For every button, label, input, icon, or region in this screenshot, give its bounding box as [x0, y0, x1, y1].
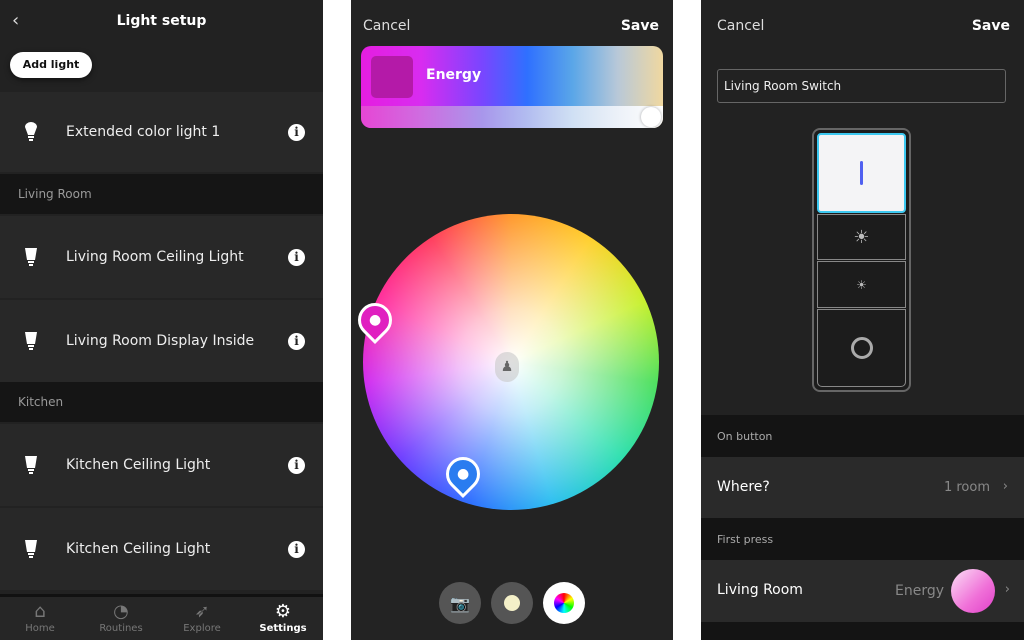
off-icon — [850, 337, 873, 359]
where-label: Where? — [717, 479, 770, 495]
bulb-icon — [25, 456, 37, 474]
tab-home[interactable]: ⌂ Home — [0, 601, 80, 634]
scene-card[interactable]: Energy — [361, 46, 663, 128]
light-label: Living Room Display Inside — [66, 333, 255, 349]
camera-icon: 📷 — [450, 593, 470, 613]
switch-setup-screen: Cancel Save Living Room Switch ☀ ☀ On bu… — [701, 0, 1024, 640]
camera-button[interactable]: 📷 — [439, 582, 481, 624]
add-light-button[interactable]: Add light — [10, 52, 92, 78]
section-header: On button — [701, 415, 1024, 457]
scene-swatch — [371, 56, 413, 98]
light-row[interactable]: Living Room Ceiling Light i — [0, 216, 323, 298]
first-press-row[interactable]: Living Room Energy › — [701, 560, 1024, 622]
light-row[interactable]: Kitchen Ceiling Light i — [0, 424, 323, 506]
info-icon[interactable]: i — [288, 332, 305, 350]
tab-bar: ⌂ Home ◔ Routines ➶ Explore ⚙ Settings — [0, 594, 323, 640]
section-header: Living Room — [0, 174, 323, 214]
tab-settings[interactable]: ⚙ Settings — [243, 601, 323, 634]
white-bulb-icon — [504, 595, 520, 611]
light-setup-screen: ‹ Light setup Add light Extended color l… — [0, 0, 323, 640]
chevron-right-icon: › — [1002, 479, 1008, 494]
tab-routines[interactable]: ◔ Routines — [81, 601, 161, 634]
bulb-icon — [25, 332, 37, 350]
bulb-icon: ● — [456, 466, 470, 482]
white-bulb-button[interactable] — [491, 582, 533, 624]
sun-large-icon: ☀ — [853, 226, 870, 248]
on-button[interactable] — [817, 133, 906, 213]
light-label: Kitchen Ceiling Light — [66, 457, 211, 473]
tab-explore[interactable]: ➶ Explore — [162, 601, 242, 634]
tab-label: Explore — [183, 623, 221, 634]
where-row[interactable]: Where? 1 room › — [701, 457, 1024, 518]
light-row[interactable]: Kitchen Ceiling Light i — [0, 508, 323, 590]
color-wheel-icon — [554, 593, 574, 613]
light-row[interactable]: Living Room Display Inside i — [0, 300, 323, 382]
color-wheel-button[interactable] — [543, 582, 585, 624]
tab-label: Home — [25, 623, 55, 634]
brightness-slider[interactable] — [361, 106, 663, 128]
section-header: Kitchen — [0, 382, 323, 422]
sun-small-icon: ☀ — [856, 277, 867, 292]
info-icon[interactable]: i — [288, 456, 305, 474]
clock-icon: ◔ — [113, 601, 129, 622]
center-bulb-icon[interactable]: ♟ — [495, 352, 519, 382]
dim-button[interactable]: ☀ — [817, 261, 906, 308]
cancel-button[interactable]: Cancel — [717, 18, 764, 34]
room-label: Living Room — [717, 582, 803, 598]
bulb-icon — [25, 540, 37, 558]
bulb-icon — [25, 122, 37, 141]
save-button[interactable]: Save — [621, 18, 659, 34]
scene-color-swatch — [951, 569, 995, 613]
tab-label: Settings — [259, 623, 307, 634]
scene-value: Energy — [894, 583, 944, 599]
info-icon[interactable]: i — [288, 123, 305, 141]
bulb-icon: ● — [368, 312, 382, 328]
save-button[interactable]: Save — [972, 18, 1010, 34]
rocket-icon: ➶ — [194, 601, 210, 622]
on-icon — [860, 161, 863, 185]
switch-name-input[interactable]: Living Room Switch — [717, 69, 1006, 103]
color-picker-screen: Cancel Save Energy ♟ ● ● 📷 — [351, 0, 673, 640]
tab-label: Routines — [99, 623, 143, 634]
gear-icon: ⚙ — [274, 601, 292, 622]
scene-name: Energy — [426, 67, 482, 83]
brighten-button[interactable]: ☀ — [817, 214, 906, 260]
info-icon[interactable]: i — [288, 248, 305, 266]
light-row[interactable]: Extended color light 1 i — [0, 92, 323, 172]
slider-knob[interactable] — [641, 107, 661, 127]
section-header — [701, 622, 1024, 640]
section-header: First press — [701, 518, 1024, 560]
light-label: Kitchen Ceiling Light — [66, 541, 211, 557]
off-button[interactable] — [817, 309, 906, 387]
info-icon[interactable]: i — [288, 540, 305, 558]
where-value: 1 room — [943, 480, 990, 495]
light-label: Extended color light 1 — [66, 124, 221, 140]
dimmer-switch-diagram: ☀ ☀ — [812, 128, 911, 392]
home-icon: ⌂ — [34, 601, 46, 622]
cancel-button[interactable]: Cancel — [363, 18, 410, 34]
bulb-icon — [25, 248, 37, 266]
chevron-right-icon: › — [1004, 582, 1010, 597]
light-label: Living Room Ceiling Light — [66, 249, 244, 265]
page-title: Light setup — [116, 13, 207, 29]
